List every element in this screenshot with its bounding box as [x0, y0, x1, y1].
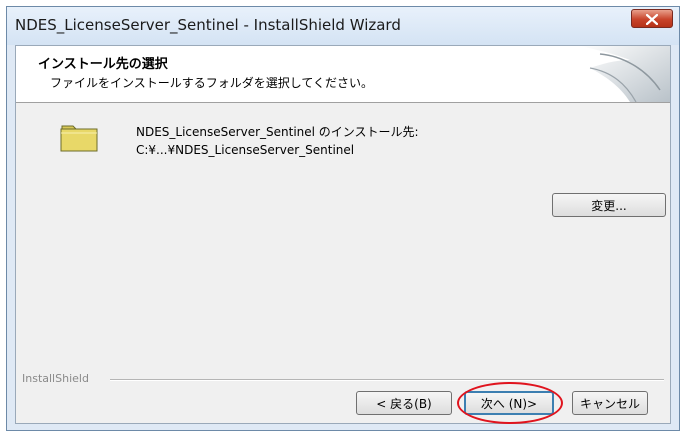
cancel-button[interactable]: キャンセル [572, 391, 648, 415]
destination-label: NDES_LicenseServer_Sentinel のインストール先: [136, 125, 419, 139]
destination-path: C:¥...¥NDES_LicenseServer_Sentinel [136, 143, 355, 157]
wizard-header: インストール先の選択 ファイルをインストールするフォルダを選択してください。 [16, 46, 670, 103]
destination-panel: NDES_LicenseServer_Sentinel のインストール先: C:… [16, 103, 670, 363]
title-bar: NDES_LicenseServer_Sentinel - InstallShi… [7, 7, 679, 45]
window-title: NDES_LicenseServer_Sentinel - InstallShi… [15, 16, 401, 34]
wizard-client-area: インストール先の選択 ファイルをインストールするフォルダを選択してください。 N… [15, 45, 671, 424]
back-button[interactable]: < 戻る(B) [356, 391, 452, 415]
folder-icon [60, 125, 98, 152]
installshield-footer-brand: InstallShield [16, 372, 670, 388]
footer-divider [110, 379, 664, 381]
brand-label: InstallShield [22, 372, 89, 385]
change-button[interactable]: 変更... [552, 193, 666, 217]
close-button[interactable] [631, 9, 673, 28]
page-subtitle: ファイルをインストールするフォルダを選択してください。 [50, 76, 374, 90]
installer-window: NDES_LicenseServer_Sentinel - InstallShi… [6, 6, 680, 431]
close-icon [646, 14, 658, 25]
installshield-banner-graphic [580, 46, 670, 102]
next-button[interactable]: 次へ (N)> [464, 391, 554, 415]
page-title: インストール先の選択 [38, 57, 168, 72]
